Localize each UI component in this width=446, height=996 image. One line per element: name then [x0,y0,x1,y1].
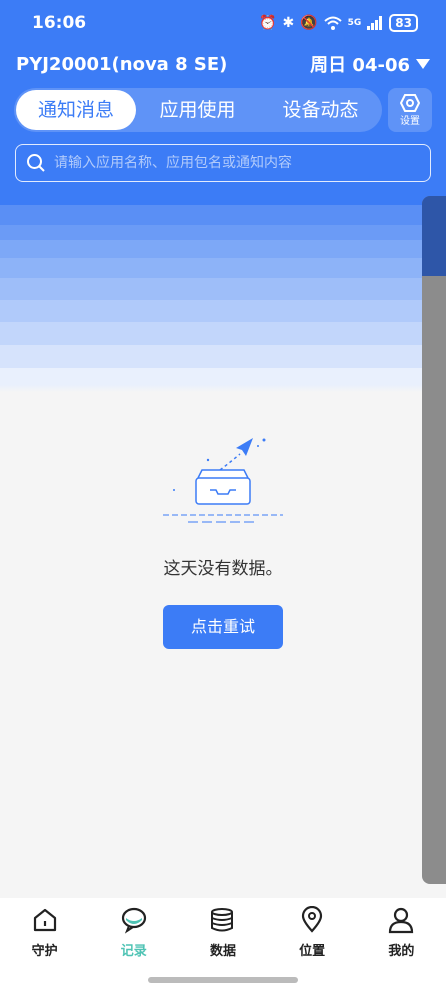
device-row: PYJ20001(nova 8 SE) 周日 04-06 [16,50,430,78]
database-icon [210,908,233,932]
status-bar: 16:06 ⏰ ✱ 🔕 5G 83 [0,0,446,46]
location-pin-icon [302,906,323,933]
home-icon [33,908,56,932]
wifi-icon [323,16,342,30]
settings-button[interactable]: 设置 [388,88,432,132]
nav-item-profile[interactable]: 我的 [371,906,431,996]
battery-indicator: 83 [389,14,418,32]
alarm-icon: ⏰ [259,15,277,31]
scrollbar-thumb[interactable] [422,196,446,276]
nav-label-profile: 我的 [388,944,415,959]
user-icon [389,907,414,934]
empty-state: 这天没有数据。 点击重试 [0,430,446,649]
settings-icon [400,93,420,112]
nav-item-guard[interactable]: 守护 [15,906,75,996]
status-time: 16:06 [32,13,87,33]
search-icon [27,154,45,172]
search-input[interactable] [54,155,414,171]
tab-app-usage[interactable]: 应用使用 [136,88,259,132]
nav-label-data: 数据 [209,944,236,959]
settings-label: 设置 [400,115,420,127]
date-picker[interactable]: 周日 04-06 [310,51,430,77]
caret-down-icon [416,59,430,69]
empty-box-illustration-icon [163,438,283,523]
bluetooth-icon: ✱ [282,15,295,31]
empty-message: 这天没有数据。 [163,559,283,579]
tab-device-activity[interactable]: 设备动态 [259,88,382,132]
retry-button[interactable]: 点击重试 [163,605,283,649]
nav-label-location: 位置 [299,944,326,959]
search-box [15,144,431,182]
tab-notifications[interactable]: 通知消息 [16,90,136,130]
tab-bar: 通知消息 应用使用 设备动态 [14,88,382,132]
nav-label-guard: 守护 [31,944,58,959]
signal-icon [367,16,383,30]
signal-label: 5G [347,18,362,28]
device-name: PYJ20001(nova 8 SE) [16,53,228,75]
chat-bubble-icon [121,907,146,934]
home-indicator[interactable] [148,977,298,983]
date-label: 周日 04-06 [310,55,410,76]
mute-bell-icon: 🔕 [300,15,318,31]
nav-label-records: 记录 [120,944,147,959]
status-icons: ⏰ ✱ 🔕 5G 83 [259,14,418,32]
